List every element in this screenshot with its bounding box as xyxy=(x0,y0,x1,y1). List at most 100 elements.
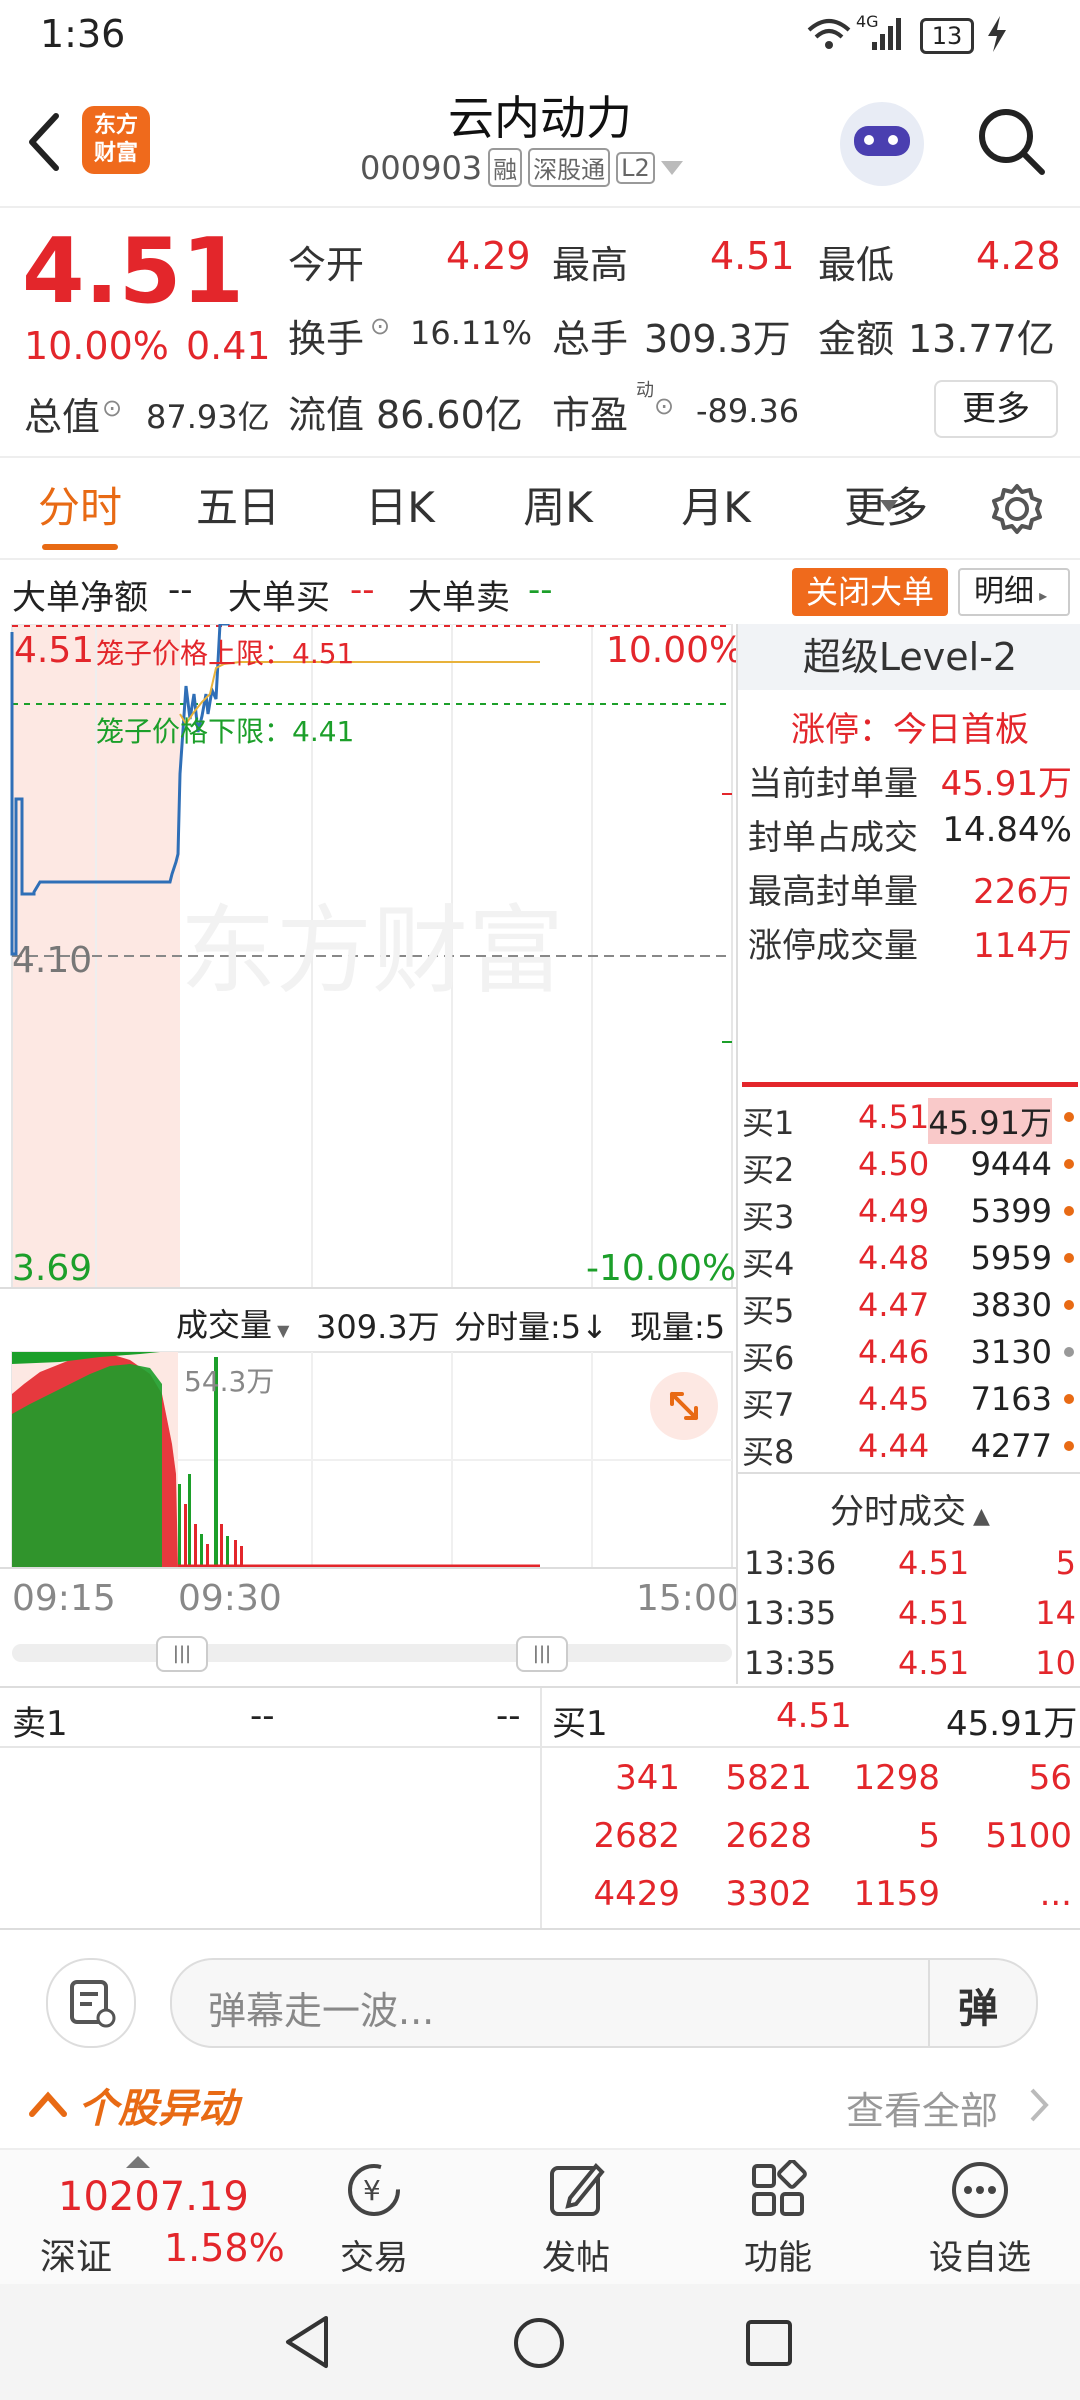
expand-chart-button[interactable] xyxy=(650,1372,718,1440)
index-expand-icon[interactable] xyxy=(126,2154,150,2168)
danmu-settings-icon xyxy=(70,1980,116,2028)
close-big-order-button[interactable]: 关闭大单 xyxy=(792,568,948,616)
bid-queue-cell: 2682 xyxy=(593,1816,680,1856)
system-back-icon[interactable] xyxy=(282,2314,332,2370)
status-bar: 1:36 4G 13 xyxy=(0,0,1080,72)
system-home-icon[interactable] xyxy=(512,2316,566,2370)
order-book: 卖1 -- -- 买1 4.51 45.91万 341 5821 1298 56 268… xyxy=(0,1686,1080,1930)
index-ticker[interactable]: 10207.19 深证 1.58% xyxy=(0,2150,285,2286)
bid-queue-cell: 56 xyxy=(1028,1758,1072,1798)
tag-margin: 融 xyxy=(488,148,523,187)
more-dots-icon xyxy=(952,2162,1008,2218)
volume-selector[interactable]: 成交量 ▼ xyxy=(176,1300,289,1346)
market-cap-label: 总值 xyxy=(24,395,101,439)
low-value: 4.28 xyxy=(976,234,1061,278)
bid-level-row[interactable]: 买8 4.44 4277 xyxy=(738,1425,1080,1471)
tab-fenshi[interactable]: 分时 xyxy=(20,458,140,558)
system-recents-icon[interactable] xyxy=(744,2318,794,2368)
stock-header: 东方 财富 云内动力 000903 融 深股通 L2 xyxy=(0,72,1080,208)
bid-queue-cell: 341 xyxy=(615,1758,680,1798)
bid-level-row[interactable]: 买3 4.49 5399 xyxy=(738,1190,1080,1236)
dropdown-arrow-icon[interactable] xyxy=(660,160,683,175)
tab-week-k[interactable]: 周K xyxy=(498,458,618,558)
nav-functions[interactable]: 功能 xyxy=(678,2150,878,2286)
charging-icon xyxy=(988,16,1006,52)
bid-level-row[interactable]: 买4 4.48 5959 xyxy=(738,1237,1080,1283)
level2-title[interactable]: 超级Level-2 xyxy=(738,624,1080,690)
gear-icon[interactable] xyxy=(990,482,1044,536)
bid-queue-cell: 1159 xyxy=(853,1874,940,1914)
level2-stat-label: 涨停成交量 xyxy=(748,926,918,966)
nav-post[interactable]: 发帖 xyxy=(476,2150,676,2286)
tab-month-k[interactable]: 月K xyxy=(656,458,776,558)
detail-button[interactable]: 明细 ▸ xyxy=(958,568,1070,616)
nav-add-watchlist[interactable]: 设自选 xyxy=(880,2150,1080,2286)
tick-trades-title[interactable]: 分时成交 ▲ xyxy=(738,1484,1080,1533)
bid-level-volume: 9444 xyxy=(970,1145,1052,1183)
nav-post-label: 发帖 xyxy=(542,2238,610,2278)
robot-assistant-icon[interactable] xyxy=(840,102,924,186)
big-sell-label: 大单卖 xyxy=(408,578,510,618)
search-icon[interactable] xyxy=(976,106,1046,178)
pct-top-label: 10.00% xyxy=(606,630,744,671)
big-net-label: 大单净额 xyxy=(12,578,148,618)
bid-level-row[interactable]: 买2 4.50 9444 xyxy=(738,1143,1080,1189)
index-name: 深证 xyxy=(40,2237,113,2278)
danmu-input[interactable]: 弹幕走一波... 弹 xyxy=(170,1958,1038,2048)
bid-queue-cell: 3302 xyxy=(725,1874,812,1914)
bid-level-price: 4.46 xyxy=(858,1333,930,1371)
lower-cage-label: 笼子价格下限：4.41 xyxy=(96,715,355,748)
open-value: 4.29 xyxy=(446,234,531,278)
info-icon[interactable]: ⊙ xyxy=(102,394,122,422)
more-button[interactable]: 更多 xyxy=(934,380,1058,438)
info-icon[interactable]: ⊙ xyxy=(370,312,390,340)
danmu-send-button[interactable]: 弹 xyxy=(958,1976,998,2034)
y-axis-bottom-label: 3.69 xyxy=(12,1248,93,1289)
tab-five-day[interactable]: 五日 xyxy=(178,458,298,558)
big-buy-label: 大单买 xyxy=(228,578,330,618)
danmu-settings-button[interactable] xyxy=(46,1958,136,2048)
ask1-volume: -- xyxy=(496,1696,521,1736)
tick-price: 4.51 xyxy=(898,1544,970,1582)
status-time: 1:36 xyxy=(40,12,126,56)
expand-icon xyxy=(670,1392,698,1420)
intraday-chart: 东方财富 4.51 4.10 3.69 10.00% -10.00% 笼子价格上… xyxy=(0,618,743,1684)
tab-day-k[interactable]: 日K xyxy=(340,458,460,558)
tab-more-arrow-icon xyxy=(880,500,898,512)
chevron-right-icon[interactable] xyxy=(1028,2086,1050,2124)
range-handle-right[interactable]: ||| xyxy=(516,1636,568,1672)
bid-level-volume: 5399 xyxy=(970,1192,1052,1230)
bid-level-row[interactable]: 买1 4.51 45.91万 xyxy=(738,1096,1080,1144)
float-cap-value: 86.60亿 xyxy=(376,393,523,437)
high-value: 4.51 xyxy=(710,234,795,278)
bid-level-row[interactable]: 买5 4.47 3830 xyxy=(738,1284,1080,1330)
bid-level-label: 买5 xyxy=(742,1292,795,1330)
info-icon[interactable]: ⊙ xyxy=(654,392,674,420)
nav-trade-label: 交易 xyxy=(340,2238,408,2278)
limit-up-divider xyxy=(742,1082,1078,1087)
bid-level-label: 买1 xyxy=(742,1104,795,1142)
edit-icon xyxy=(550,2163,605,2216)
bid-level-volume: 5959 xyxy=(970,1239,1052,1277)
chevron-up-icon[interactable] xyxy=(28,2090,68,2120)
danmu-placeholder: 弹幕走一波... xyxy=(208,1989,435,2033)
trade-icon: ¥ xyxy=(348,2164,400,2216)
bid-level-row[interactable]: 买6 4.46 3130 xyxy=(738,1331,1080,1377)
y-axis-mid-label: 4.10 xyxy=(12,940,93,981)
signal-icon xyxy=(872,18,901,50)
tick-price: 4.51 xyxy=(898,1594,970,1632)
view-all-link[interactable]: 查看全部 xyxy=(846,2080,998,2135)
change-percent: 10.00% xyxy=(24,324,169,368)
bid-queue-cell: 5 xyxy=(918,1816,940,1856)
level2-stat-value: 226万 xyxy=(973,872,1072,912)
bid-dot-icon xyxy=(1064,1159,1074,1169)
level2-stat-label: 封单占成交 xyxy=(748,818,918,858)
bid-level-price: 4.49 xyxy=(858,1192,930,1230)
nav-trade[interactable]: ¥ 交易 xyxy=(274,2150,474,2286)
limit-up-status: 涨停：今日首板 xyxy=(791,710,1029,750)
range-handle-left[interactable]: ||| xyxy=(156,1636,208,1672)
volume-label: 总手 xyxy=(552,317,629,361)
time-start-label: 09:15 xyxy=(12,1578,116,1619)
bid-level-row[interactable]: 买7 4.45 7163 xyxy=(738,1378,1080,1424)
time-range-scrollbar[interactable] xyxy=(12,1644,732,1662)
